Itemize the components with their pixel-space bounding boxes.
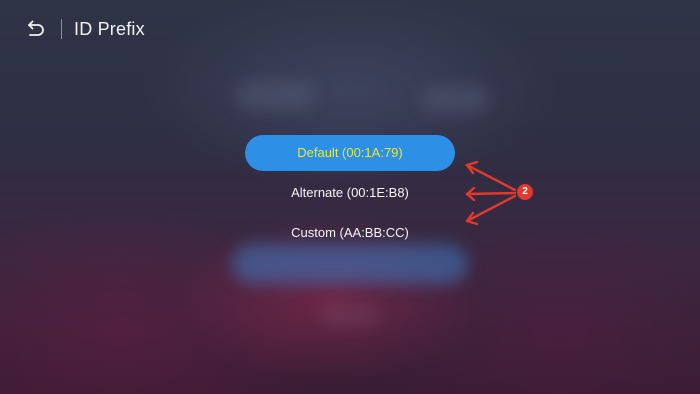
header-bar: ID Prefix	[0, 0, 700, 58]
header-divider	[61, 19, 62, 39]
annotation-badge: 2	[517, 184, 533, 200]
back-arrow-icon[interactable]	[24, 18, 46, 40]
blurred-background-shape	[320, 305, 380, 325]
page-title: ID Prefix	[74, 19, 145, 39]
blurred-background-shape	[235, 80, 315, 110]
option-alternate[interactable]: Alternate (00:1E:B8)	[245, 175, 455, 211]
option-custom[interactable]: Custom (AA:BB:CC)	[245, 215, 455, 251]
prefix-options-list: Default (00:1A:79) Alternate (00:1E:B8) …	[245, 135, 455, 255]
blurred-background-shape	[420, 85, 490, 113]
option-default[interactable]: Default (00:1A:79)	[245, 135, 455, 171]
